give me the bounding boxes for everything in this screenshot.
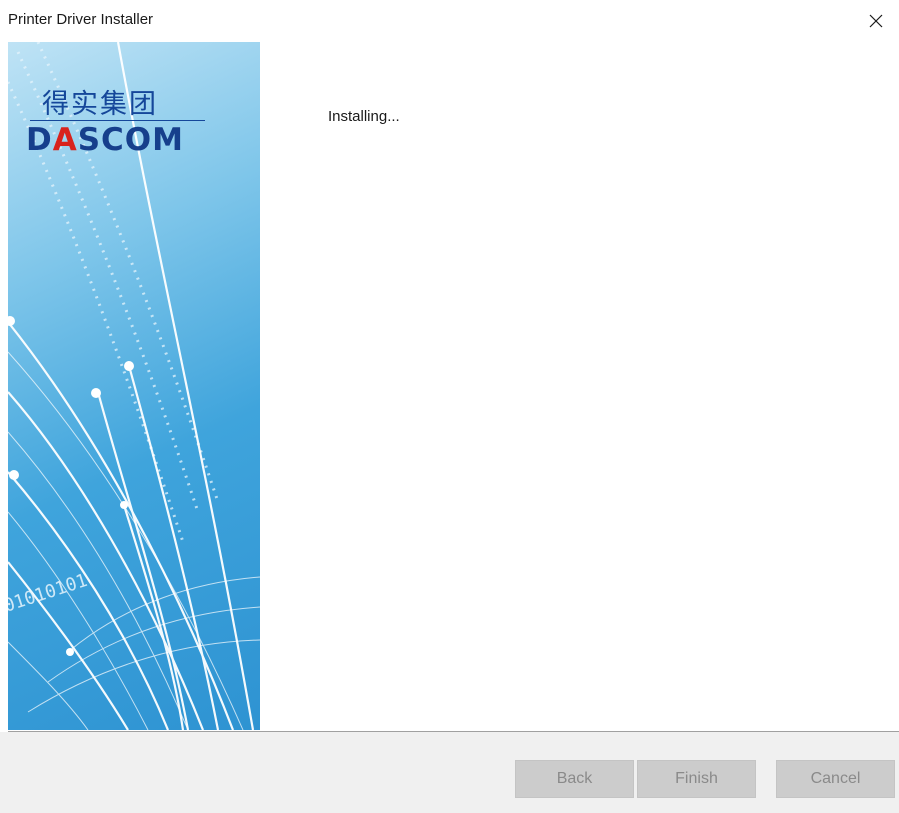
button-bar: Back Finish Cancel — [0, 732, 899, 813]
install-status-text: Installing... — [328, 108, 400, 125]
close-button[interactable] — [853, 0, 899, 42]
finish-button[interactable]: Finish — [637, 760, 756, 798]
brand-logo: DASCOM — [26, 122, 184, 158]
window-title: Printer Driver Installer — [8, 11, 154, 28]
brand-logo-chinese: 得实集团 — [42, 89, 158, 120]
back-button[interactable]: Back — [515, 760, 634, 798]
logo-divider — [30, 120, 205, 121]
installer-window: Printer Driver Installer 01010101 得实集团 D… — [0, 0, 899, 813]
cancel-button[interactable]: Cancel — [776, 760, 895, 798]
close-icon — [869, 14, 883, 28]
side-banner-image: 01010101 得实集团 DASCOM — [8, 42, 260, 730]
main-content: Installing... — [260, 42, 899, 730]
logo-letters-scom: SCOM — [77, 122, 185, 158]
logo-letter-a: A — [52, 122, 78, 158]
logo-letter-d: D — [26, 122, 53, 158]
title-bar: Printer Driver Installer — [0, 0, 899, 42]
